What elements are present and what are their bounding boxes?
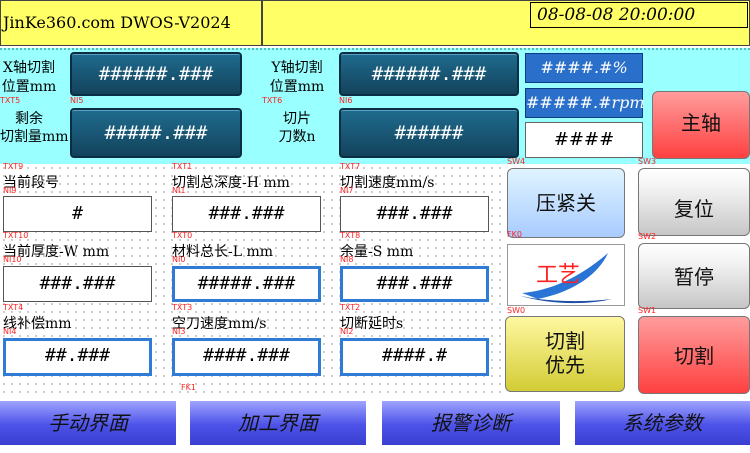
cut-speed-field[interactable]: ###.### bbox=[340, 196, 489, 232]
segment-number-field[interactable]: # bbox=[3, 196, 152, 232]
tag-txt4: TXT4 bbox=[3, 303, 24, 312]
blade-count-display[interactable]: ###### bbox=[339, 108, 519, 158]
total-depth-label: 切割总深度-H mm bbox=[172, 175, 290, 191]
rpm-display: #####.#rpm bbox=[525, 88, 645, 118]
tag-ni7: NI7 bbox=[340, 186, 354, 195]
clamp-button[interactable]: 压紧关 bbox=[507, 168, 625, 238]
tag-ni5: NI5 bbox=[70, 96, 84, 105]
tag-ni4: NI4 bbox=[3, 327, 17, 336]
idle-speed-label: 空刀速度mm/s bbox=[172, 316, 267, 332]
remaining-label-line2: 切割量mm bbox=[0, 129, 69, 145]
process-button[interactable]: 工艺 bbox=[507, 244, 625, 306]
process-label: 工艺 bbox=[536, 263, 581, 288]
tag-sw1: SW1 bbox=[638, 306, 657, 315]
tag-txt8: TXT8 bbox=[340, 231, 361, 240]
blade-count-label-line2: 刀数n bbox=[278, 129, 316, 145]
tag-sw3: SW3 bbox=[638, 157, 657, 166]
nav-manual[interactable]: 手动界面 bbox=[0, 401, 176, 445]
tag-txt5: TXT5 bbox=[0, 96, 21, 105]
cut-priority-label-line2: 优先 bbox=[545, 353, 585, 377]
tag-sw2: SW2 bbox=[638, 232, 657, 241]
tag-txt7: TXT7 bbox=[340, 162, 361, 171]
tag-fk0: FK0 bbox=[507, 230, 522, 239]
tag-ni6: NI6 bbox=[339, 96, 353, 105]
tag-txt10: TXT10 bbox=[3, 231, 29, 240]
cut-priority-button[interactable]: 切割 优先 bbox=[505, 316, 625, 392]
thickness-field[interactable]: ###.### bbox=[3, 266, 152, 302]
percent-display: ####.#% bbox=[525, 53, 643, 83]
margin-field[interactable]: ###.### bbox=[340, 266, 489, 302]
total-depth-field[interactable]: ###.### bbox=[172, 196, 321, 232]
nav-params[interactable]: 系统参数 bbox=[575, 401, 750, 445]
x-position-display[interactable]: ######.### bbox=[70, 52, 242, 96]
integer-display: #### bbox=[525, 122, 643, 158]
tag-ni3: NI3 bbox=[172, 327, 186, 336]
cut-priority-label-line1: 切割 bbox=[545, 329, 585, 353]
app-title: JinKe360.com DWOS-V2024 bbox=[0, 0, 262, 46]
tag-txt3: TXT3 bbox=[172, 303, 193, 312]
tag-sw4: SW4 bbox=[507, 157, 526, 166]
y-position-display[interactable]: ######.### bbox=[339, 52, 519, 96]
material-length-label: 材料总长-L mm bbox=[172, 244, 274, 260]
nav-process[interactable]: 加工界面 bbox=[190, 401, 366, 445]
y-position-label-line1: Y轴切割 bbox=[271, 60, 323, 76]
tag-fk1: FK1 bbox=[181, 383, 196, 392]
cutoff-delay-field[interactable]: ####.# bbox=[340, 338, 489, 376]
datetime-display: 08-08-08 20:00:00 bbox=[530, 2, 748, 28]
tag-ni9: NI9 bbox=[3, 186, 17, 195]
cut-speed-label: 切割速度mm/s bbox=[340, 175, 435, 191]
x-position-label-line2: 位置mm bbox=[1, 79, 57, 95]
blade-count-label-line1: 切片 bbox=[283, 111, 311, 127]
tag-ni0: NI0 bbox=[172, 255, 186, 264]
tag-ni2: NI2 bbox=[340, 327, 354, 336]
nav-alarm[interactable]: 报警诊断 bbox=[382, 401, 560, 445]
tag-sw0: SW0 bbox=[507, 306, 526, 315]
tag-txt2: TXT2 bbox=[340, 303, 361, 312]
cut-button[interactable]: 切割 bbox=[638, 316, 750, 394]
tag-ni8: NI8 bbox=[340, 255, 354, 264]
line-compensation-field[interactable]: ##.### bbox=[3, 338, 152, 376]
x-position-label-line1: X轴切割 bbox=[3, 60, 55, 76]
tag-txt1: TXT1 bbox=[172, 162, 193, 171]
tag-txt9: TXT9 bbox=[3, 162, 24, 171]
spindle-button[interactable]: 主轴 bbox=[652, 91, 750, 159]
tag-txt0: TXT0 bbox=[172, 231, 193, 240]
remaining-label-line1: 剩余 bbox=[15, 111, 43, 127]
tag-ni1: NI1 bbox=[172, 186, 186, 195]
reset-button[interactable]: 复位 bbox=[638, 168, 750, 236]
y-position-label-line2: 位置mm bbox=[269, 79, 325, 95]
tag-ni10: NI10 bbox=[3, 255, 22, 264]
remaining-display[interactable]: #####.### bbox=[70, 108, 242, 158]
pause-button[interactable]: 暂停 bbox=[638, 243, 750, 309]
tag-txt6: TXT6 bbox=[262, 96, 283, 105]
material-length-field[interactable]: #####.### bbox=[172, 266, 321, 302]
idle-speed-field[interactable]: ####.### bbox=[172, 338, 321, 376]
